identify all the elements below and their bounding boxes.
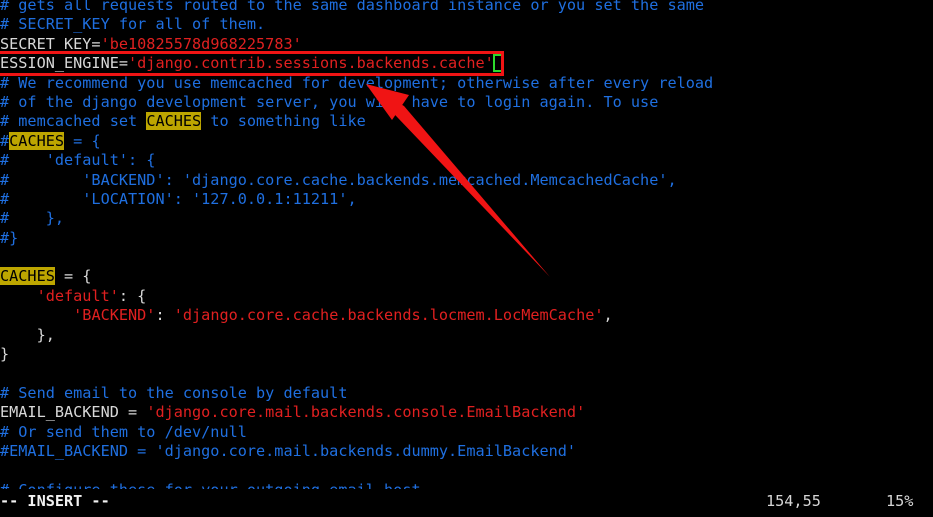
code-line[interactable]: ESSION_ENGINE='django.contrib.sessions.b… xyxy=(0,54,933,73)
code-line[interactable] xyxy=(0,248,933,267)
code-line[interactable]: SECRET_KEY='be10825578d968225783' xyxy=(0,35,933,54)
code-line[interactable]: #CACHES = { xyxy=(0,131,933,151)
code-span: : xyxy=(155,306,174,325)
code-span: # of the django development server, you … xyxy=(0,92,659,111)
code-line[interactable]: CACHES = { xyxy=(0,267,933,286)
code-span: # }, xyxy=(0,209,65,228)
code-line[interactable] xyxy=(0,461,933,480)
code-span: , xyxy=(603,306,613,325)
code-span xyxy=(0,306,73,324)
code-span: # gets all requests routed to the same d… xyxy=(0,0,705,14)
code-span: # memcached set xyxy=(0,112,147,131)
code-line[interactable]: } xyxy=(0,345,933,364)
code-line[interactable]: # }, xyxy=(0,209,933,228)
code-line[interactable]: # of the django development server, you … xyxy=(0,93,933,112)
code-span: = { xyxy=(64,131,101,150)
code-line[interactable]: }, xyxy=(0,326,933,345)
code-line[interactable]: # Send email to the console by default xyxy=(0,384,933,403)
search-match-highlight: CACHES xyxy=(0,267,55,286)
cursor-position-ruler: 154,55 xyxy=(766,492,821,510)
code-line[interactable]: #} xyxy=(0,229,933,248)
code-line[interactable]: 'BACKEND': 'django.core.cache.backends.l… xyxy=(0,306,933,325)
code-span: #EMAIL_BACKEND = 'django.core.mail.backe… xyxy=(0,441,577,460)
code-span: = { xyxy=(54,267,92,286)
vim-text-buffer[interactable]: # gets all requests routed to the same d… xyxy=(0,0,933,500)
code-span: 'django.core.cache.backends.locmem.LocMe… xyxy=(173,306,604,325)
code-line[interactable]: # SECRET_KEY for all of them. xyxy=(0,15,933,34)
code-span: # 'default': { xyxy=(0,151,156,170)
code-span: # Or send them to /dev/null xyxy=(0,422,247,441)
code-span: #} xyxy=(0,228,19,247)
code-span: 'BACKEND' xyxy=(73,306,156,325)
code-span: # 'LOCATION': '127.0.0.1:11211', xyxy=(0,189,357,208)
code-span: EMAIL_BACKEND = xyxy=(0,403,147,422)
code-line[interactable]: 'default': { xyxy=(0,287,933,306)
vim-status-line: -- INSERT -- 154,55 15% xyxy=(0,489,933,517)
code-span: to something like xyxy=(201,112,366,131)
code-span xyxy=(0,287,37,305)
code-span: } xyxy=(0,345,10,364)
code-line[interactable]: # gets all requests routed to the same d… xyxy=(0,0,933,15)
code-line[interactable] xyxy=(0,364,933,383)
code-span: # 'BACKEND': 'django.core.cache.backends… xyxy=(0,170,677,189)
code-span: 'be10825578d968225783' xyxy=(100,34,302,53)
terminal-window[interactable]: # gets all requests routed to the same d… xyxy=(0,0,933,517)
code-line[interactable]: # We recommend you use memcached for dev… xyxy=(0,74,933,93)
code-span: : { xyxy=(118,286,147,305)
code-span: 'django.core.mail.backends.console.Email… xyxy=(146,403,586,422)
code-line[interactable]: EMAIL_BACKEND = 'django.core.mail.backen… xyxy=(0,403,933,422)
code-span: ESSION_ENGINE= xyxy=(0,54,129,73)
search-match-highlight: CACHES xyxy=(9,131,65,150)
code-line[interactable]: # Or send them to /dev/null xyxy=(0,423,933,442)
search-match-highlight: CACHES xyxy=(146,112,202,131)
code-line[interactable]: #EMAIL_BACKEND = 'django.core.mail.backe… xyxy=(0,442,933,461)
code-line[interactable]: # memcached set CACHES to something like xyxy=(0,112,933,131)
code-span: # Send email to the console by default xyxy=(0,383,348,402)
code-span: }, xyxy=(0,325,55,344)
code-span: 'default' xyxy=(36,286,119,305)
code-line[interactable]: # 'LOCATION': '127.0.0.1:11211', xyxy=(0,190,933,209)
scroll-percent: 15% xyxy=(886,492,914,510)
code-span: # SECRET_KEY for all of them. xyxy=(0,15,266,34)
code-line[interactable]: # 'BACKEND': 'django.core.cache.backends… xyxy=(0,171,933,190)
vim-mode-indicator: -- INSERT -- xyxy=(0,492,110,510)
code-span: 'django.contrib.sessions.backends.cache' xyxy=(128,54,494,73)
code-span: # We recommend you use memcached for dev… xyxy=(0,73,714,92)
code-span: # xyxy=(0,131,10,150)
code-line[interactable]: # 'default': { xyxy=(0,151,933,170)
text-cursor xyxy=(492,54,504,73)
code-span: SECRET_KEY= xyxy=(0,34,101,53)
